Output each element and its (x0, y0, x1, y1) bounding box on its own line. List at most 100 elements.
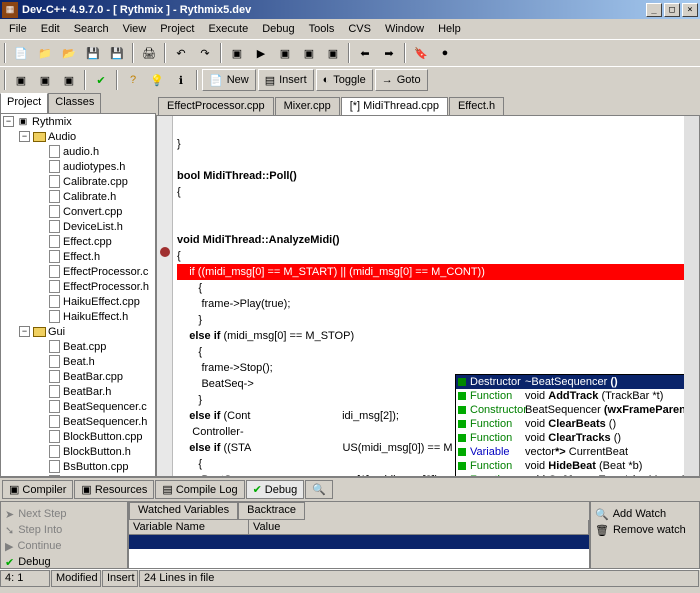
continue-button[interactable]: ▶Continue (5, 538, 123, 554)
nav-fwd-icon[interactable]: ➡ (378, 42, 400, 64)
tree-file[interactable]: BlockButton.h (1, 444, 155, 459)
tree-file[interactable]: BeatSequencer.c (1, 399, 155, 414)
breakpoint-icon[interactable] (160, 247, 170, 257)
tree-file[interactable]: Convert.cpp (1, 204, 155, 219)
tree-file[interactable]: BeatBar.h (1, 384, 155, 399)
tree-file[interactable]: Effect.cpp (1, 234, 155, 249)
col-value[interactable]: Value (249, 520, 589, 534)
tree-file[interactable]: BsButton.cpp (1, 459, 155, 474)
tree-file[interactable]: HaikuEffect.h (1, 309, 155, 324)
tab-watched-vars[interactable]: Watched Variables (129, 502, 238, 520)
file-tab[interactable]: EffectProcessor.cpp (158, 97, 274, 115)
file-tab[interactable]: Mixer.cpp (275, 97, 340, 115)
menu-edit[interactable]: Edit (34, 21, 67, 37)
save-icon[interactable]: 💾 (82, 42, 104, 64)
menu-file[interactable]: File (2, 21, 34, 37)
menu-project[interactable]: Project (153, 21, 201, 37)
autocomplete-item[interactable]: Functionvoid AddTrack (TrackBar *t) (456, 389, 700, 403)
print-icon[interactable]: 🖨 (138, 42, 160, 64)
gutter[interactable] (157, 116, 173, 476)
info-icon[interactable]: ℹ (170, 69, 192, 91)
undo-icon[interactable]: ↶ (170, 42, 192, 64)
menu-search[interactable]: Search (67, 21, 116, 37)
menu-help[interactable]: Help (431, 21, 468, 37)
minimize-button[interactable]: _ (646, 3, 662, 17)
menu-view[interactable]: View (116, 21, 154, 37)
file-tab[interactable]: [*] MidiThread.cpp (341, 97, 448, 115)
tool1-icon[interactable]: ▣ (10, 69, 32, 91)
autocomplete-popup[interactable]: Destructor~BeatSequencer ()Functionvoid … (455, 374, 700, 477)
tree-folder[interactable]: −Audio (1, 129, 155, 144)
new-button[interactable]: 📄New (202, 69, 256, 91)
code-editor[interactable]: } bool MidiThread::Poll() { void MidiThr… (156, 115, 700, 477)
compile-run-icon[interactable]: ▣ (274, 42, 296, 64)
tree-file[interactable]: HaikuEffect.cpp (1, 294, 155, 309)
close-button[interactable]: × (682, 3, 698, 17)
menu-window[interactable]: Window (378, 21, 431, 37)
tab-classes[interactable]: Classes (48, 93, 101, 113)
tool3-icon[interactable]: ▣ (58, 69, 80, 91)
tree-file[interactable]: Calibrate.h (1, 189, 155, 204)
add-watch-button[interactable]: 🔍Add Watch (595, 506, 695, 522)
autocomplete-item[interactable]: Variablevector*> CurrentBeat (456, 445, 700, 459)
compile-icon[interactable]: ▣ (226, 42, 248, 64)
tree-file[interactable]: audiotypes.h (1, 159, 155, 174)
autocomplete-item[interactable]: Functionvoid ClearTracks () (456, 431, 700, 445)
tip-icon[interactable]: 💡 (146, 69, 168, 91)
tree-file[interactable]: audio.h (1, 144, 155, 159)
new-project-icon[interactable]: 📁 (34, 42, 56, 64)
tree-file[interactable]: BlockButton.cpp (1, 429, 155, 444)
next-step-button[interactable]: ➤Next Step (5, 506, 123, 522)
bookmark-icon[interactable]: 🔖 (410, 42, 432, 64)
tree-file[interactable]: Effect.h (1, 249, 155, 264)
nav-back-icon[interactable]: ⬅ (354, 42, 376, 64)
watch-selected-row[interactable] (129, 535, 589, 549)
tree-file[interactable]: Beat.h (1, 354, 155, 369)
btab-compilelog[interactable]: ▤Compile Log (155, 480, 244, 499)
toggle-button[interactable]: ◐Toggle (316, 69, 373, 91)
autocomplete-item[interactable]: Functionvoid HideBeat (Beat *b) (456, 459, 700, 473)
col-varname[interactable]: Variable Name (129, 520, 249, 534)
about-icon[interactable]: ● (434, 42, 456, 64)
project-tree[interactable]: − ▣ Rythmix −Audioaudio.haudiotypes.hCal… (0, 113, 156, 477)
debug-icon[interactable]: ▣ (322, 42, 344, 64)
tab-backtrace[interactable]: Backtrace (238, 502, 305, 520)
saveall-icon[interactable]: 💾 (106, 42, 128, 64)
debug-button[interactable]: ✔Debug (5, 554, 123, 570)
watch-table[interactable]: Variable Name Value (129, 520, 589, 568)
goto-button[interactable]: →Goto (375, 69, 428, 91)
help-icon[interactable]: ? (122, 69, 144, 91)
menu-tools[interactable]: Tools (302, 21, 342, 37)
rebuild-icon[interactable]: ▣ (298, 42, 320, 64)
tree-file[interactable]: DeviceList.h (1, 219, 155, 234)
tree-file[interactable]: BsButton.h (1, 474, 155, 477)
btab-more[interactable]: 🔍 (305, 480, 333, 499)
insert-button[interactable]: ▤Insert (258, 69, 314, 91)
tree-file[interactable]: BeatBar.cpp (1, 369, 155, 384)
menu-debug[interactable]: Debug (255, 21, 301, 37)
menu-cvs[interactable]: CVS (341, 21, 378, 37)
tree-file[interactable]: BeatSequencer.h (1, 414, 155, 429)
autocomplete-item[interactable]: Destructor~BeatSequencer () (456, 375, 700, 389)
collapse-icon[interactable]: − (19, 326, 30, 337)
tree-file[interactable]: Beat.cpp (1, 339, 155, 354)
tree-file[interactable]: Calibrate.cpp (1, 174, 155, 189)
editor-scrollbar[interactable] (684, 116, 699, 476)
step-into-button[interactable]: ➘Step Into (5, 522, 123, 538)
tree-folder[interactable]: −Gui (1, 324, 155, 339)
tree-file[interactable]: EffectProcessor.h (1, 279, 155, 294)
autocomplete-item[interactable]: ConstructorBeatSequencer (wxFrameParent … (456, 403, 700, 417)
maximize-button[interactable]: □ (664, 3, 680, 17)
btab-debug[interactable]: ✔Debug (246, 480, 305, 499)
tab-project[interactable]: Project (0, 93, 48, 113)
autocomplete-item[interactable]: Functionvoid ClearBeats () (456, 417, 700, 431)
redo-icon[interactable]: ↷ (194, 42, 216, 64)
collapse-icon[interactable]: − (19, 131, 30, 142)
file-tab[interactable]: Effect.h (449, 97, 504, 115)
tree-file[interactable]: EffectProcessor.c (1, 264, 155, 279)
collapse-icon[interactable]: − (3, 116, 14, 127)
menu-execute[interactable]: Execute (201, 21, 255, 37)
new-file-icon[interactable]: 📄 (10, 42, 32, 64)
run-icon[interactable]: ▶ (250, 42, 272, 64)
btab-compiler[interactable]: ▣Compiler (2, 480, 73, 499)
